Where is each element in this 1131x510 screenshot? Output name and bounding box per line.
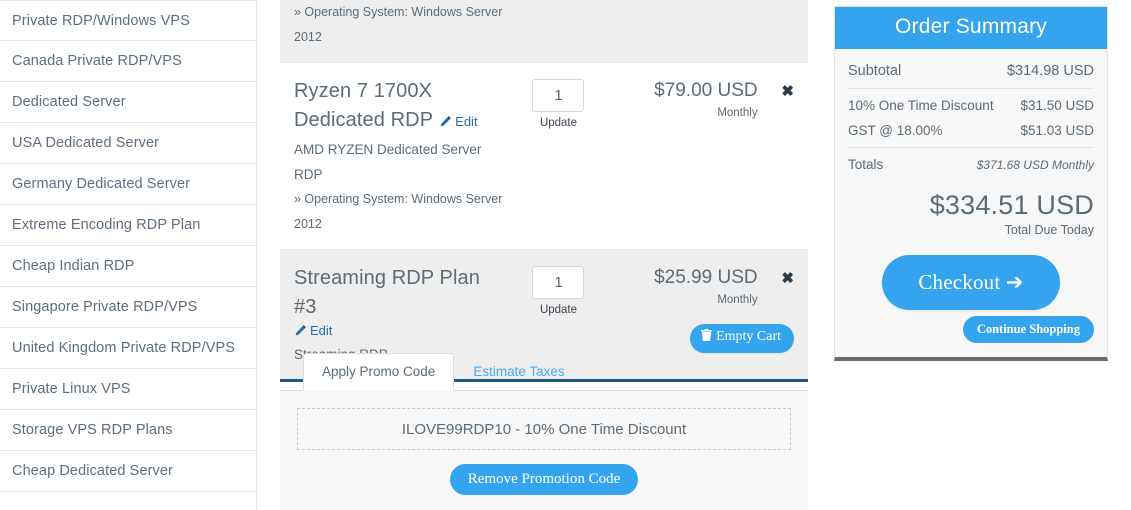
sidebar-item-cheap-indian-rdp[interactable]: Cheap Indian RDP: [0, 246, 256, 287]
sidebar-item-storage-vps-rdp-plans[interactable]: Storage VPS RDP Plans: [0, 410, 256, 451]
summary-row-totals: Totals $371.68 USD Monthly: [848, 152, 1094, 177]
sidebar-item-dedicated-server[interactable]: Dedicated Server: [0, 82, 256, 123]
order-summary-lines: Subtotal $314.98 USD 10% One Time Discou…: [835, 49, 1107, 177]
empty-cart-button[interactable]: Empty Cart: [690, 324, 794, 353]
quantity-input[interactable]: [532, 79, 585, 112]
summary-row-gst: GST @ 18.00% $51.03 USD: [848, 118, 1094, 143]
cart-row-clipped: » Operating System: Windows Server 2012: [280, 0, 808, 63]
sidebar-item-label: Extreme Encoding RDP Plan: [12, 217, 201, 233]
sidebar-item-united-kingdom-private-rdp-vps[interactable]: United Kingdom Private RDP/VPS: [0, 328, 256, 369]
cart-item-price: $79.00 USD: [654, 80, 758, 101]
sidebar-item-label: Cheap Indian RDP: [12, 258, 135, 274]
gst-label: GST @ 18.00%: [848, 123, 943, 138]
edit-item-label: Edit: [455, 114, 478, 129]
remove-item-icon[interactable]: ✖: [781, 267, 794, 291]
order-summary-title: Order Summary: [835, 7, 1107, 49]
cart-item-title: Ryzen 7 1700X Dedicated RDP: [294, 80, 434, 131]
update-quantity-link[interactable]: Update: [513, 117, 605, 129]
subtotal-value: $314.98 USD: [1006, 63, 1094, 79]
cart-item-title: Streaming RDP Plan #3: [294, 267, 480, 318]
trash-icon: [701, 329, 713, 347]
cart-item-config: » Operating System: Windows Server 2012: [294, 192, 503, 231]
sidebar-item-label: Dedicated Server: [12, 94, 126, 110]
summary-row-discount: 10% One Time Discount $31.50 USD: [848, 93, 1094, 118]
discount-label: 10% One Time Discount: [848, 98, 994, 113]
checkout-button[interactable]: Checkout ➔: [882, 255, 1060, 310]
quantity-input[interactable]: [532, 266, 585, 299]
sidebar-item-label: Private Linux VPS: [12, 381, 131, 397]
empty-cart-toolbar: Empty Cart: [280, 324, 808, 353]
shopping-cart-page: Private RDP/Windows VPS Canada Private R…: [0, 0, 1131, 510]
total-due-caption: Total Due Today: [1004, 223, 1094, 237]
edit-item-link[interactable]: Edit: [439, 114, 478, 131]
total-due-amount: $334.51 USD: [929, 190, 1094, 220]
sidebar-item-label: Cheap Dedicated Server: [12, 463, 173, 479]
continue-shopping-area: Continue Shopping: [835, 310, 1107, 357]
sidebar-item-extreme-encoding-rdp-plan[interactable]: Extreme Encoding RDP Plan: [0, 205, 256, 246]
applied-promo-code-box: ILOVE99RDP10 - 10% One Time Discount: [297, 408, 791, 450]
promo-section: Apply Promo Code Estimate Taxes ILOVE99R…: [280, 352, 808, 510]
totals-label: Totals: [848, 157, 884, 172]
cart-item-price: $25.99 USD: [654, 267, 758, 288]
sidebar-item-cheap-dedicated-server[interactable]: Cheap Dedicated Server: [0, 451, 256, 492]
sidebar-item-label: Private RDP/Windows VPS: [12, 12, 190, 29]
layout-gutter: [808, 0, 834, 510]
checkout-action-area: Checkout ➔: [835, 237, 1107, 310]
sidebar-item-label: USA Dedicated Server: [12, 135, 160, 151]
arrow-right-icon: ➔: [1005, 270, 1024, 294]
sidebar-item-private-rdp-windows-vps[interactable]: Private RDP/Windows VPS: [0, 0, 256, 41]
applied-promo-code-text: ILOVE99RDP10 - 10% One Time Discount: [401, 420, 687, 438]
sidebar-item-private-linux-vps[interactable]: Private Linux VPS: [0, 369, 256, 410]
empty-cart-label: Empty Cart: [716, 329, 781, 344]
gst-value: $51.03 USD: [1020, 123, 1094, 138]
pencil-icon: [439, 115, 452, 131]
sidebar-item-label: United Kingdom Private RDP/VPS: [12, 340, 236, 356]
remove-item-icon[interactable]: ✖: [781, 80, 794, 104]
cart-item-description: AMD RYZEN Dedicated Server RDP: [294, 142, 482, 182]
summary-row-subtotal: Subtotal $314.98 USD: [848, 58, 1094, 84]
promo-tabs: Apply Promo Code Estimate Taxes: [280, 352, 808, 391]
divider: [848, 88, 1094, 89]
totals-value: $371.68 USD Monthly: [976, 158, 1094, 172]
total-due-block: $334.51 USD Total Due Today: [835, 177, 1107, 237]
remove-promotion-code-button[interactable]: Remove Promotion Code: [449, 464, 639, 495]
tab-apply-promo-code[interactable]: Apply Promo Code: [303, 353, 455, 391]
subtotal-label: Subtotal: [848, 63, 902, 79]
sidebar-item-usa-dedicated-server[interactable]: USA Dedicated Server: [0, 123, 256, 164]
cart-item-billing-cycle: Monthly: [717, 107, 758, 119]
category-sidebar: Private RDP/Windows VPS Canada Private R…: [0, 0, 257, 510]
divider: [848, 147, 1094, 148]
sidebar-item-canada-private-rdp-vps[interactable]: Canada Private RDP/VPS: [0, 41, 256, 82]
sidebar-item-germany-dedicated-server[interactable]: Germany Dedicated Server: [0, 164, 256, 205]
sidebar-item-label: Singapore Private RDP/VPS: [12, 299, 198, 315]
sidebar-item-label: Canada Private RDP/VPS: [12, 53, 182, 69]
sidebar-item-label: Germany Dedicated Server: [12, 176, 191, 192]
cart-item-billing-cycle: Monthly: [717, 294, 758, 306]
sidebar-item-singapore-private-rdp-vps[interactable]: Singapore Private RDP/VPS: [0, 287, 256, 328]
continue-shopping-button[interactable]: Continue Shopping: [962, 316, 1094, 343]
tab-estimate-taxes[interactable]: Estimate Taxes: [454, 353, 583, 390]
update-quantity-link[interactable]: Update: [513, 304, 605, 316]
promo-tab-panel: ILOVE99RDP10 - 10% One Time Discount Rem…: [280, 390, 808, 510]
checkout-label: Checkout: [918, 270, 1001, 294]
sidebar-item-label: Storage VPS RDP Plans: [12, 422, 173, 438]
cart-item-config: » Operating System: Windows Server 2012: [294, 5, 503, 44]
discount-value: $31.50 USD: [1020, 98, 1094, 113]
cart-row-ryzen-7-1700x-dedicated-rdp: Ryzen 7 1700X Dedicated RDP Edit AMD RYZE…: [280, 63, 808, 250]
order-summary-panel: Order Summary Subtotal $314.98 USD 10% O…: [834, 6, 1108, 361]
